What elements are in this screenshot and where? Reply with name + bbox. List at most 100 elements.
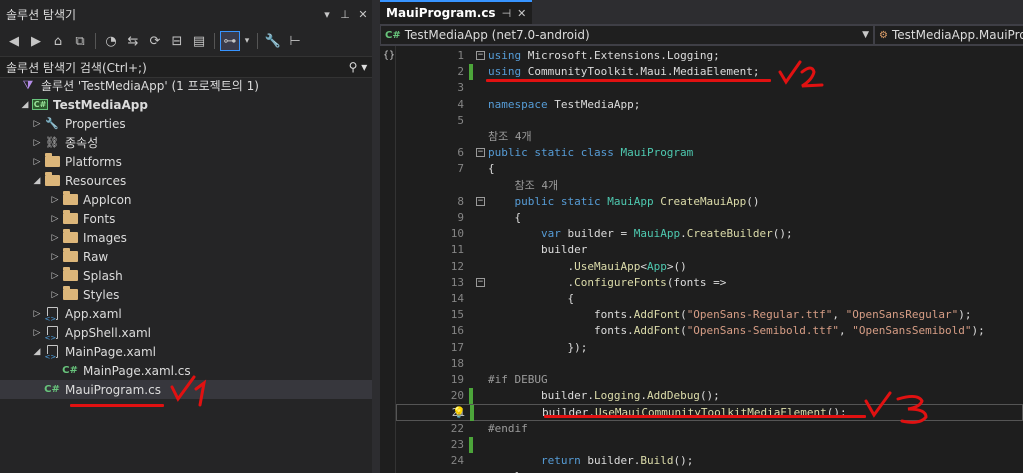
collapsed-arrow-icon[interactable]: ▷ [48, 195, 62, 205]
tree-item-label: Splash [83, 268, 123, 283]
solution-explorer-search[interactable]: 솔루션 탐색기 검색(Ctrl+;) ⚲ ▾ [0, 56, 372, 78]
fold-toggle-icon[interactable]: − [476, 277, 485, 287]
back-icon[interactable]: ◀ [4, 31, 24, 51]
search-input[interactable]: 솔루션 탐색기 검색(Ctrl+;) [6, 59, 344, 76]
code-line[interactable]: 14 { [396, 291, 1023, 307]
panel-splitter[interactable] [372, 0, 380, 473]
tab-mauiprogram[interactable]: MauiProgram.cs ⊣ ✕ [380, 0, 533, 24]
code-token: using [488, 65, 522, 79]
collapsed-arrow-icon[interactable]: ▷ [48, 252, 62, 262]
tree-item[interactable]: ▷ Splash [0, 266, 372, 285]
code-line[interactable]: 5 [396, 113, 1023, 129]
tree-item[interactable]: ▷ 🔧 Properties [0, 114, 372, 133]
tree-item[interactable]: ▷ Raw [0, 247, 372, 266]
collapsed-arrow-icon[interactable]: ▷ [48, 233, 62, 243]
tree-item-label: Images [83, 230, 127, 245]
expanded-arrow-icon[interactable]: ◢ [30, 347, 44, 357]
context-icon[interactable]: {} [383, 50, 395, 61]
code-line[interactable]: 13 − .ConfigureFonts(fonts => [396, 275, 1023, 291]
code-line[interactable]: 3 [396, 80, 1023, 96]
code-line[interactable]: 15 fonts.AddFont("OpenSans-Regular.ttf",… [396, 307, 1023, 323]
sync-with-active-document-icon[interactable]: ⇆ [123, 31, 143, 51]
fold-toggle-icon[interactable]: − [476, 148, 485, 158]
code-line[interactable]: 9 { [396, 210, 1023, 226]
collapsed-arrow-icon[interactable]: ▷ [30, 328, 44, 338]
line-number: 22 [450, 421, 464, 435]
tree-item[interactable]: ◢ C# TestMediaApp [0, 95, 372, 114]
tree-item[interactable]: ▷ Fonts [0, 209, 372, 228]
code-line[interactable]: 2 using CommunityToolkit.Maui.MediaElemen… [396, 64, 1023, 81]
code-text: fonts.AddFont("OpenSans-Regular.ttf", "O… [488, 307, 972, 323]
tree-item[interactable]: ▷ AppIcon [0, 190, 372, 209]
folder-icon [62, 286, 78, 302]
tree-item[interactable]: ▷ Styles [0, 285, 372, 304]
code-line[interactable]: 7{ [396, 161, 1023, 177]
collapsed-arrow-icon[interactable]: ▷ [30, 138, 44, 148]
tree-item[interactable]: ◢ MainPage.xaml [0, 342, 372, 361]
tree-item[interactable]: ◢ Resources [0, 171, 372, 190]
code-token: #if DEBUG [488, 373, 548, 386]
code-token: . [680, 227, 687, 241]
annotation-mark-3 [864, 391, 928, 424]
code-line[interactable]: 19 #if DEBUG [396, 372, 1023, 388]
project-dropdown[interactable]: C# TestMediaApp (net7.0-android) ▼ [380, 25, 874, 45]
search-icon[interactable]: ⚲ ▾ [344, 60, 372, 74]
fold-toggle-icon[interactable]: − [476, 196, 485, 206]
show-all-files-icon[interactable]: ▤ [189, 31, 209, 51]
code-line[interactable]: 23 [396, 436, 1023, 453]
collapsed-arrow-icon[interactable]: ▷ [30, 309, 44, 319]
code-line[interactable]: 참조 4개 [396, 129, 1023, 145]
folder-icon [62, 267, 78, 283]
collapsed-arrow-icon[interactable]: ▷ [30, 157, 44, 167]
code-line[interactable]: } [396, 469, 1023, 473]
expanded-arrow-icon[interactable]: ◢ [30, 176, 44, 186]
code-line[interactable]: 참조 4개 [396, 178, 1023, 194]
code-line[interactable]: 4 namespace TestMediaApp; [396, 97, 1023, 113]
tree-item[interactable]: ▷ App.xaml [0, 304, 372, 323]
code-line[interactable]: 8 − public static MauiApp CreateMauiApp() [396, 194, 1023, 210]
collapsed-arrow-icon[interactable]: ▷ [48, 290, 62, 300]
lightbulb-icon[interactable]: 💡 [452, 405, 466, 421]
pin-tab-icon[interactable]: ⊣ [502, 7, 512, 20]
toolbar-dropdown-icon[interactable]: ▾ [242, 31, 252, 51]
tree-item[interactable]: ⧩ 솔루션 'TestMediaApp' (1 프로젝트의 1) [0, 76, 372, 95]
code-text: 참조 4개 [488, 129, 532, 145]
tree-item[interactable]: ▷ ⛓ 종속성 [0, 133, 372, 152]
code-line[interactable]: 1 − using Microsoft.Extensions.Logging; [396, 48, 1023, 64]
tree-item[interactable]: ▷ Platforms [0, 152, 372, 171]
type-dropdown[interactable]: ⚙ TestMediaApp.MauiProgram [874, 25, 1023, 45]
code-line[interactable]: 11 builder [396, 242, 1023, 258]
window-position-dropdown-icon[interactable]: ▾ [318, 8, 336, 21]
pending-changes-filter-icon[interactable]: ◔ [101, 31, 121, 51]
close-tab-icon[interactable]: ✕ [517, 7, 526, 20]
collapsed-arrow-icon[interactable]: ▷ [48, 214, 62, 224]
code-area[interactable]: {} 1− using Microsoft.Extensions.Logging;… [380, 46, 1023, 473]
code-line[interactable]: 6 − public static class MauiProgram [396, 145, 1023, 161]
code-line[interactable]: 18 [396, 356, 1023, 372]
fold-toggle-icon[interactable]: − [476, 51, 485, 60]
tree-item[interactable]: ▷ AppShell.xaml [0, 323, 372, 342]
properties-wrench-icon[interactable]: 🔧 [263, 31, 283, 51]
code-line[interactable]: 24 return builder.Build(); [396, 453, 1023, 469]
tree-item[interactable]: ▷ Images [0, 228, 372, 247]
collapsed-arrow-icon[interactable]: ▷ [30, 119, 44, 129]
close-icon[interactable]: ✕ [354, 8, 372, 21]
collapse-all-icon[interactable]: ⊟ [167, 31, 187, 51]
expanded-arrow-icon[interactable]: ◢ [18, 100, 32, 110]
line-number: 14 [450, 292, 464, 305]
code-line[interactable]: 16 fonts.AddFont("OpenSans-Semibold.ttf"… [396, 323, 1023, 339]
track-active-item-icon[interactable]: ⊶ [220, 31, 240, 51]
home-icon[interactable]: ⌂ [48, 31, 68, 51]
code-line[interactable]: 17 }); [396, 340, 1023, 356]
line-number: 19 [450, 373, 464, 386]
preview-selected-items-icon[interactable]: ⊢ [285, 31, 305, 51]
pin-icon[interactable]: ⊥ [336, 8, 354, 21]
collapsed-arrow-icon[interactable]: ▷ [48, 271, 62, 281]
forward-icon[interactable]: ▶ [26, 31, 46, 51]
refresh-icon[interactable]: ⟳ [145, 31, 165, 51]
switch-views-icon[interactable]: ⧉ [70, 31, 90, 51]
code-line[interactable]: 12 .UseMauiApp<App>() [396, 259, 1023, 275]
line-number: 16 [450, 324, 464, 338]
code-line[interactable]: 10 var builder = MauiApp.CreateBuilder()… [396, 226, 1023, 242]
